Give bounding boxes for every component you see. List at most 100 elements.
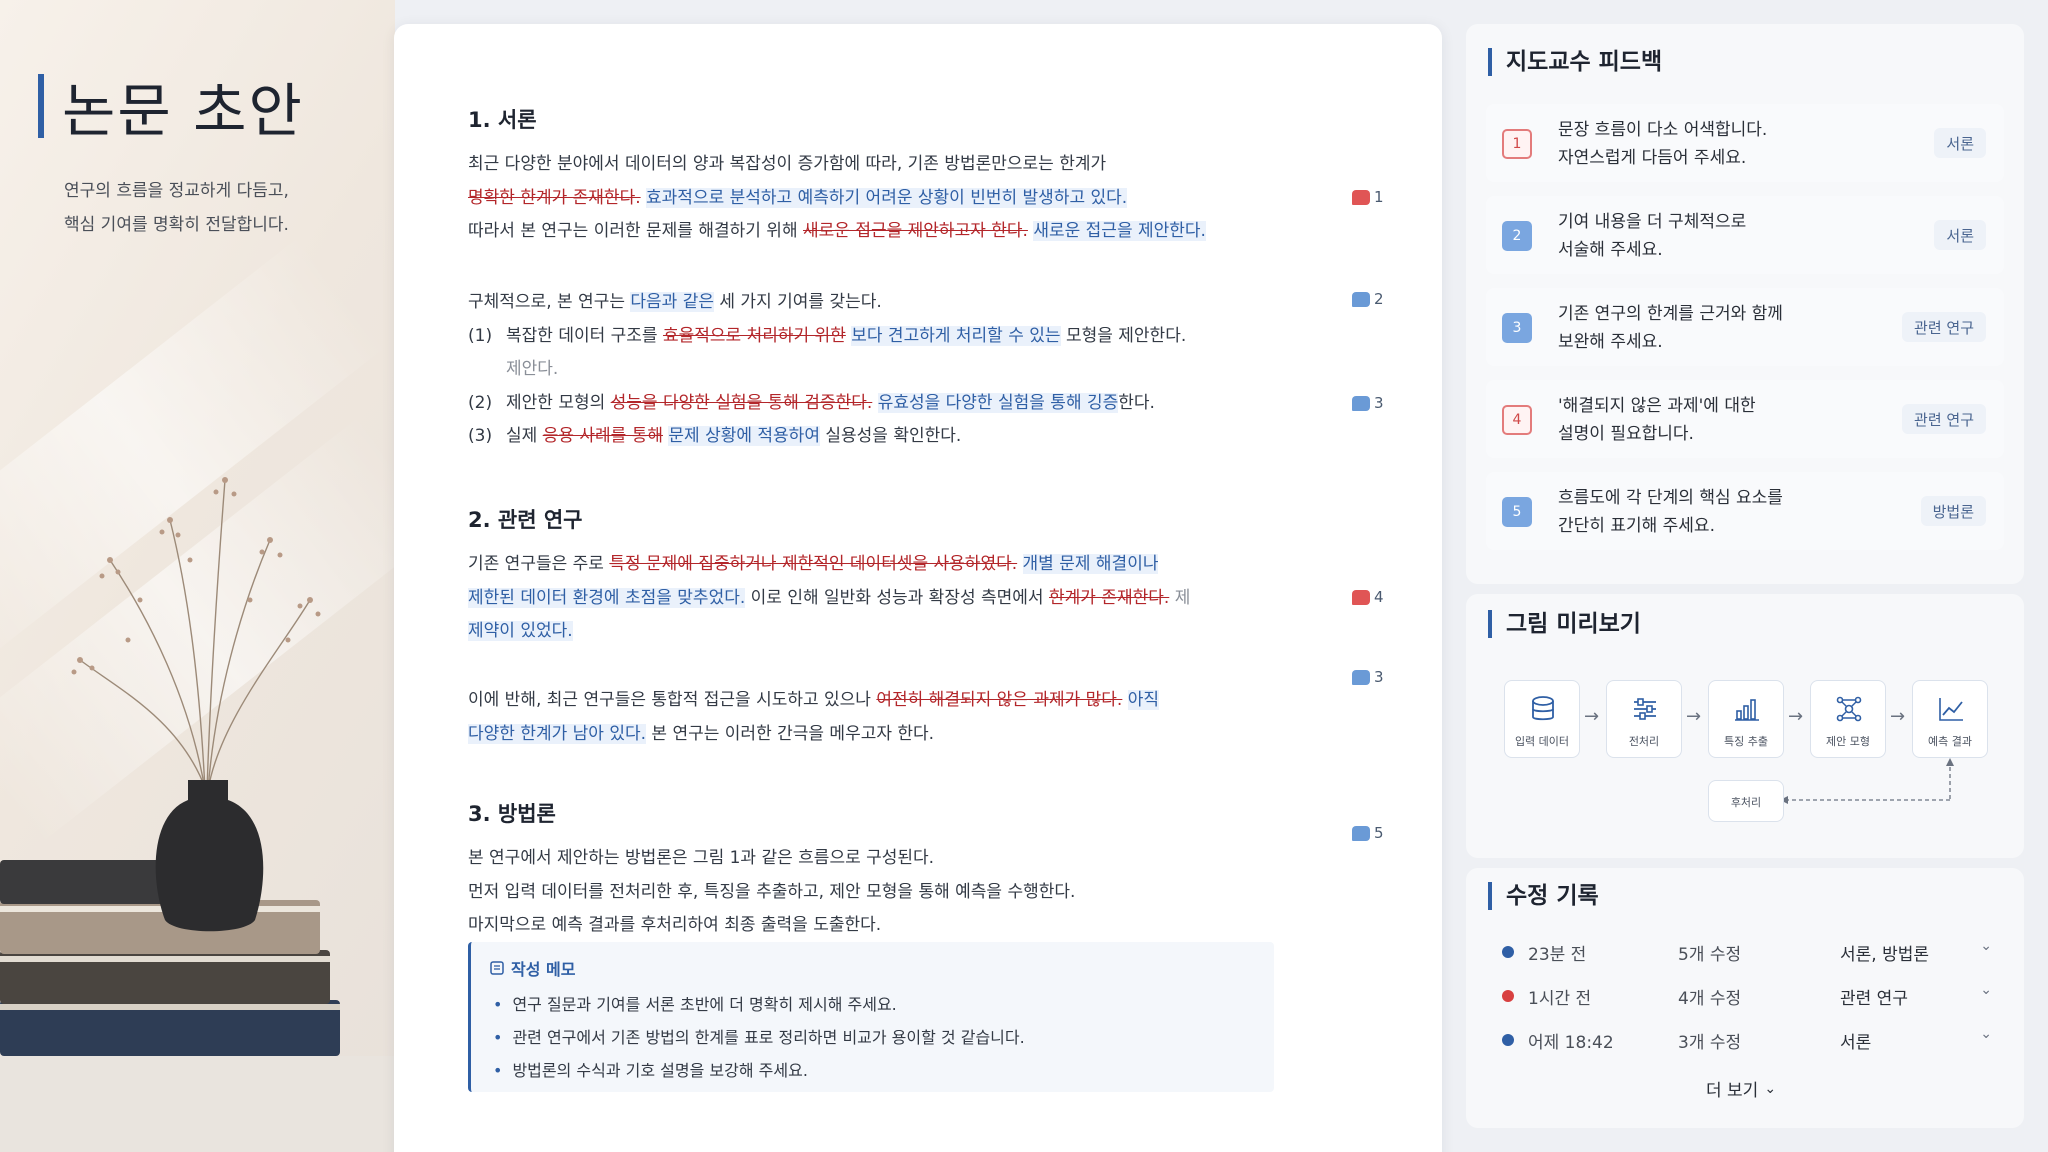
flow-step-postprocess[interactable]: 후처리 [1708,780,1784,822]
chevron-down-icon[interactable]: ⌄ [1980,938,1992,954]
comment-marker[interactable]: 1 [1352,188,1384,206]
deleted-text[interactable]: 새로운 접근을 제안하고자 한다. [803,221,1028,241]
document-editor[interactable]: 1. 서론 최근 다양한 분야에서 데이터의 양과 복잡성이 증가함에 따라, … [394,24,1442,1152]
inserted-text[interactable]: 문제 상황에 적용하여 [668,426,820,446]
section-title-intro: 1. 서론 [468,108,537,132]
feedback-text: 흐름도에 각 단계의 핵심 요소를 간단히 표기해 주세요. [1558,488,1783,536]
comment-marker[interactable]: 2 [1352,290,1384,308]
text-line: 제안다. [506,359,559,379]
deleted-text[interactable]: 효율적으로 처리하기 위한 [663,326,846,346]
flow-step[interactable]: 전처리 [1606,680,1682,758]
contribution-item-2: (2) 제안한 모형의 성능을 다양한 실험을 통해 검증한다. 유효성을 다양한… [468,392,1155,413]
intro-paragraph-1[interactable]: 최근 다양한 분야에서 데이터의 양과 복잡성이 증가함에 따라, 기존 방법론… [468,148,1328,249]
history-time: 1시간 전 [1528,989,1592,1009]
section-tag[interactable]: 관련 연구 [1902,312,1986,342]
section-title-method: 3. 방법론 [468,802,556,826]
writing-memo: 작성 메모 연구 질문과 기여를 서론 초반에 더 명확히 제시해 주세요. 관… [468,942,1274,1092]
feedback-item[interactable]: 2 기여 내용을 더 구체적으로 서술해 주세요. 서론 [1486,196,2004,274]
deleted-text[interactable]: 여전히 해결되지 않은 과제가 많다. [876,690,1122,710]
flow-step[interactable]: 제안 모형 [1810,680,1886,758]
comment-marker[interactable]: 3 [1352,668,1384,686]
inserted-text[interactable]: 제약이 있었다. [468,621,573,641]
text-line: 본 연구에서 제안하는 방법론은 그림 1과 같은 흐름으로 구성된다. [468,848,935,868]
deleted-text[interactable]: 한계가 존재한다. [1049,588,1169,608]
history-count: 5개 수정 [1678,945,1742,965]
arrow-right-icon: → [1584,706,1600,727]
feedback-text: 기여 내용을 더 구체적으로 서술해 주세요. [1558,212,1747,260]
text-line: 제한된 데이터 환경에 초점을 맞추었다. 이로 인해 일반화 성능과 확장성 … [468,587,1191,608]
feedback-number: 2 [1502,221,1532,251]
history-time: 어제 18:42 [1528,1033,1614,1053]
inserted-text[interactable]: 효과적으로 분석하고 예측하기 어려운 상황이 빈번히 발생하고 있다. [646,187,1128,208]
text-line: 최근 다양한 분야에서 데이터의 양과 복잡성이 증가함에 따라, 기존 방법론… [468,154,1107,174]
history-count: 3개 수정 [1678,1033,1742,1053]
section-tag[interactable]: 관련 연구 [1902,404,1986,434]
related-paragraph-2[interactable]: 이에 반해, 최근 연구들은 통합적 접근을 시도하고 있으나 여전히 해결되지… [468,684,1328,751]
flow-step[interactable]: 예측 결과 [1912,680,1988,758]
feedback-number: 3 [1502,313,1532,343]
flow-step-label: 후처리 [1730,796,1762,809]
feedback-item[interactable]: 1 문장 흐름이 다소 어색합니다. 자연스럽게 다듬어 주세요. 서론 [1486,104,2004,182]
inserted-text[interactable]: 제한된 데이터 환경에 초점을 맞추었다. [468,587,746,608]
comment-marker[interactable]: 5 [1352,824,1384,842]
history-row[interactable]: 1시간 전 4개 수정 관련 연구 ⌄ [1486,976,2004,1016]
sliders-icon [1634,698,1656,720]
section-title-related: 2. 관련 연구 [468,508,583,532]
comment-icon [1352,291,1370,307]
arrow-right-icon: → [1686,706,1702,727]
section-tag[interactable]: 서론 [1934,220,1986,250]
text-line: 따라서 본 연구는 이러한 문제를 해결하기 위해 새로운 접근을 제안하고자 … [468,221,1206,241]
inserted-text[interactable]: 보다 견고하게 처리할 수 있는 [851,325,1061,346]
page-title: 논문 초안 [62,77,304,145]
show-more-button[interactable]: 더 보기 ⌄ [1706,1076,1776,1102]
deleted-text[interactable]: 성능을 다양한 실험을 통해 검증한다. [611,393,873,413]
history-count: 4개 수정 [1678,989,1742,1009]
inserted-text[interactable]: 다양한 한계가 남아 있다. [468,723,647,744]
text-line: 구체적으로, 본 연구는 다음과 같은 세 가지 기여를 갖는다. [468,292,882,312]
left-panel: 논문 초안 연구의 흐름을 정교하게 다듬고, 핵심 기여를 명확히 전달합니다… [0,0,395,1152]
history-row[interactable]: 어제 18:42 3개 수정 서론 ⌄ [1486,1020,2004,1060]
inserted-text[interactable]: 개별 문제 해결이나 [1022,554,1159,574]
history-title: 수정 기록 [1488,882,1599,910]
comment-marker[interactable]: 4 [1352,588,1384,606]
deleted-text[interactable]: 명확한 한계가 존재한다. [468,188,641,208]
section-tag[interactable]: 방법론 [1920,496,1986,526]
chevron-down-icon[interactable]: ⌄ [1980,1026,1992,1042]
arrow-right-icon: → [1788,706,1804,727]
feedback-number: 4 [1502,405,1532,435]
feedback-item[interactable]: 4 '해결되지 않은 과제'에 대한 설명이 필요합니다. 관련 연구 [1486,380,2004,458]
figure-preview-panel: 그림 미리보기 입력 데이터 → 전처리 → 특징 추출 → 제안 모형 → 예… [1466,594,2024,858]
feedback-number: 5 [1502,497,1532,527]
arrow-right-icon: → [1890,706,1906,727]
inserted-text[interactable]: 아직 [1127,690,1160,710]
section-tag[interactable]: 서론 [1934,128,1986,158]
line-chart-icon [1939,698,1963,721]
deleted-text[interactable]: 특정 문제에 집중하거나 제한적인 데이터셋을 사용하였다. [609,554,1017,574]
figure-title: 그림 미리보기 [1488,610,1641,638]
feedback-item[interactable]: 5 흐름도에 각 단계의 핵심 요소를 간단히 표기해 주세요. 방법론 [1486,472,2004,550]
related-paragraph-1[interactable]: 기존 연구들은 주로 특정 문제에 집중하거나 제한적인 데이터셋을 사용하였다… [468,548,1328,649]
bar-chart-icon [1735,699,1759,721]
flow-step-label: 예측 결과 [1928,735,1972,748]
inserted-text[interactable]: 새로운 접근을 제안한다. [1033,221,1206,241]
comment-icon [1352,189,1370,205]
inserted-text[interactable]: 유효성을 다양한 실험을 통해 깅증 [877,392,1119,413]
flow-step[interactable]: 특징 추출 [1708,680,1784,758]
flow-step[interactable]: 입력 데이터 [1504,680,1580,758]
feedback-text: 기존 연구의 한계를 근거와 함께 보완해 주세요. [1558,304,1783,352]
history-row[interactable]: 23분 전 5개 수정 서론, 방법론 ⌄ [1486,932,2004,972]
contribution-item-3: (3) 실제 응용 사례를 통해 문제 상황에 적용하여 실용성을 확인한다. [468,426,962,446]
memo-item: 방법론의 수식과 기호 설명을 보강해 주세요. [493,1054,1025,1087]
comment-marker[interactable]: 3 [1352,394,1384,412]
feedback-item[interactable]: 3 기존 연구의 한계를 근거와 함께 보완해 주세요. 관련 연구 [1486,288,2004,366]
method-paragraph[interactable]: 본 연구에서 제안하는 방법론은 그림 1과 같은 흐름으로 구성된다. 먼저 … [468,842,1328,943]
comment-icon [1352,669,1370,685]
deleted-text[interactable]: 응용 사례를 통해 [543,426,663,446]
chevron-down-icon[interactable]: ⌄ [1980,982,1992,998]
text-line: 제약이 있었다. [468,615,1328,649]
subtitle-line: 핵심 기여를 명확히 전달합니다. [64,215,289,235]
inserted-text[interactable]: 다음과 같은 [630,292,714,312]
intro-paragraph-2[interactable]: 구체적으로, 본 연구는 다음과 같은 세 가지 기여를 갖는다. (1) 복잡한… [468,286,1328,454]
feedback-text: '해결되지 않은 과제'에 대한 설명이 필요합니다. [1558,396,1756,444]
show-more-label: 더 보기 [1706,1081,1759,1101]
